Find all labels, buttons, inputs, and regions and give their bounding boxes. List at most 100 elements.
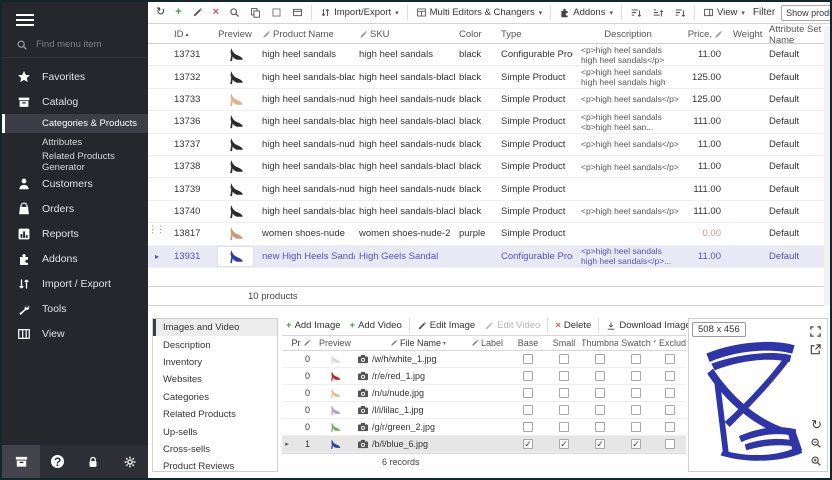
product-row[interactable]: 13731 high heel sandals high heel sandal…	[148, 44, 824, 66]
edit-video-button[interactable]: Edit Video	[480, 320, 544, 331]
hamburger-menu-icon[interactable]	[2, 2, 42, 26]
product-sku-cell[interactable]: high heel sandals-black-36	[355, 111, 455, 132]
sidebar-item-view[interactable]: View	[2, 321, 148, 346]
sidebar-item-related-products-generator[interactable]: Related Products Generator	[2, 152, 148, 171]
column-header-price[interactable]: Price,	[679, 29, 729, 40]
sort-ascending-button[interactable]	[648, 4, 668, 22]
product-preview-cell[interactable]	[208, 66, 258, 87]
column-header-product-name[interactable]: Product Name	[258, 29, 355, 40]
product-sku-cell[interactable]: high heel sandals-black-37	[355, 156, 455, 177]
row-expander[interactable]	[148, 178, 162, 199]
column-header-img-preview[interactable]: Preview	[316, 338, 354, 348]
base-checkbox[interactable]	[523, 422, 533, 432]
row-expander[interactable]	[148, 201, 162, 222]
delete-image-button[interactable]: × Delete	[551, 320, 595, 331]
column-header-thumbnail[interactable]: Thumbna	[582, 338, 618, 348]
product-row[interactable]: 13738 high heel sandals-black-37 high he…	[148, 156, 824, 178]
vertical-scrollbar[interactable]	[824, 26, 830, 306]
detail-tab[interactable]: Inventory	[153, 354, 277, 371]
row-expander[interactable]	[148, 66, 162, 87]
product-price-cell[interactable]: 125.00	[679, 89, 729, 110]
small-checkbox[interactable]	[559, 388, 569, 398]
delete-product-button[interactable]: ×	[209, 4, 223, 22]
small-checkbox[interactable]	[559, 354, 569, 364]
small-checkbox[interactable]	[559, 371, 569, 381]
product-name-cell[interactable]: high heel sandals-black	[258, 66, 355, 87]
product-row[interactable]: 13736 high heel sandals-black-36 high he…	[148, 111, 824, 133]
import-export-menu[interactable]: Import/Export ▾	[316, 4, 403, 22]
product-sku-cell[interactable]: high heel sandals	[355, 44, 455, 65]
row-expander[interactable]	[148, 111, 162, 132]
help-icon[interactable]: ?	[51, 455, 64, 468]
image-filename-cell[interactable]: /r/e/red_1.jpg	[372, 371, 464, 381]
sidebar-item-addons[interactable]: Addons	[2, 246, 148, 271]
image-filename-cell[interactable]: /w/h/white_1.jpg	[372, 354, 464, 364]
card-view-button[interactable]	[288, 4, 307, 22]
base-checkbox[interactable]	[523, 371, 533, 381]
image-position-cell[interactable]: 0	[292, 405, 316, 415]
column-header-weight[interactable]: Weight	[729, 29, 765, 40]
add-image-button[interactable]: + Add Image	[282, 320, 345, 331]
detail-tab[interactable]: Images and Video	[153, 319, 277, 336]
product-preview-cell[interactable]	[208, 89, 258, 110]
column-header-label[interactable]: Label	[464, 338, 510, 348]
product-row[interactable]: 13739 high heel sandals-nude-37 high hee…	[148, 178, 824, 200]
product-name-cell[interactable]: high heel sandals-black-38	[258, 201, 355, 222]
edit-image-button[interactable]: Edit Image	[413, 320, 479, 331]
product-name-cell[interactable]: new High Heels Sandals	[258, 246, 355, 267]
column-header-color[interactable]: Color	[455, 29, 497, 40]
product-name-cell[interactable]: high heel sandals	[258, 44, 355, 65]
detail-tab[interactable]: Cross-sells	[153, 441, 277, 458]
panel-splitter-handle[interactable]: ⋮⋮	[148, 227, 156, 249]
product-name-cell[interactable]: high heel sandals-nude	[258, 89, 355, 110]
detail-tab[interactable]: Websites	[153, 371, 277, 388]
column-header-id[interactable]: ID▴	[162, 29, 208, 40]
product-price-cell[interactable]: 11.00	[679, 134, 729, 155]
addons-menu[interactable]: Addons ▾	[555, 4, 617, 22]
swatch-checkbox[interactable]	[631, 388, 641, 398]
view-menu[interactable]: View ▾	[699, 4, 749, 22]
image-row[interactable]: 0 /w/h/white_1.jpg	[282, 351, 686, 368]
column-header-attribute-set[interactable]: Attribute Set Name	[765, 24, 824, 46]
swatch-checkbox[interactable]: ✓	[631, 439, 641, 449]
image-row[interactable]: 0 /l/i/lilac_1.jpg	[282, 402, 686, 419]
image-position-cell[interactable]: 0	[292, 422, 316, 432]
column-header-swatch[interactable]: Swatch	[618, 338, 654, 348]
product-price-cell[interactable]: 111.00	[679, 178, 729, 199]
column-header-sku[interactable]: SKU	[355, 29, 455, 40]
thumbnail-checkbox[interactable]	[595, 371, 605, 381]
product-name-cell[interactable]: high heel sandals-black-37	[258, 156, 355, 177]
product-price-cell[interactable]: 11.00	[679, 156, 729, 177]
image-filename-cell[interactable]: /b/l/blue_6.jpg	[372, 439, 464, 449]
sidebar-item-customers[interactable]: Customers	[2, 171, 148, 196]
sidebar-item-orders[interactable]: Orders	[2, 196, 148, 221]
image-position-cell[interactable]: 1	[292, 439, 316, 449]
edit-product-button[interactable]	[188, 4, 207, 22]
exclude-checkbox[interactable]	[665, 388, 675, 398]
detail-tab[interactable]: Categories	[153, 389, 277, 406]
sidebar-item-attributes[interactable]: Attributes	[2, 133, 148, 152]
product-price-cell[interactable]: 125.00	[679, 66, 729, 87]
select-checkbox-button[interactable]	[267, 4, 286, 22]
product-preview-cell[interactable]	[208, 201, 258, 222]
product-row[interactable]: 13733 high heel sandals-nude high heel s…	[148, 89, 824, 111]
add-video-button[interactable]: + Add Video	[346, 320, 406, 331]
swatch-checkbox[interactable]	[631, 405, 641, 415]
duplicate-button[interactable]	[246, 4, 265, 22]
base-checkbox[interactable]: ✓	[523, 439, 533, 449]
sidebar-item-tools[interactable]: Tools	[2, 296, 148, 321]
column-header-base[interactable]: Base	[510, 338, 546, 348]
sidebar-search[interactable]	[2, 32, 148, 58]
thumbnail-checkbox[interactable]: ✓	[595, 439, 605, 449]
product-name-cell[interactable]: high heel sandals-nude-37	[258, 178, 355, 199]
lock-icon[interactable]	[86, 455, 100, 469]
image-filename-cell[interactable]: /g/r/green_2.jpg	[372, 422, 464, 432]
multi-editors-menu[interactable]: Multi Editors & Changers ▾	[412, 4, 547, 22]
download-image-button[interactable]: Download Image	[602, 320, 694, 331]
thumbnail-checkbox[interactable]	[595, 354, 605, 364]
product-sku-cell[interactable]: high heel sandals-black-38	[355, 201, 455, 222]
thumbnail-checkbox[interactable]	[595, 388, 605, 398]
product-row[interactable]: 13732 high heel sandals-black high heel …	[148, 66, 824, 88]
column-header-preview[interactable]: Preview	[208, 29, 258, 40]
base-checkbox[interactable]	[523, 354, 533, 364]
